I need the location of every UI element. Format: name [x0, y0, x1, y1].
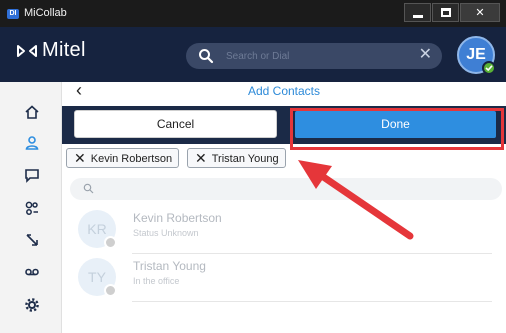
search-bar[interactable]: ✕	[186, 43, 442, 69]
minimize-icon	[413, 15, 423, 18]
window-title: MiCollab	[24, 7, 67, 19]
divider	[132, 301, 492, 302]
sidebar-item-settings[interactable]	[22, 295, 42, 315]
presence-unknown-icon	[104, 236, 117, 249]
selected-contact-chip[interactable]: ✕ Tristan Young	[187, 148, 286, 168]
maximize-icon	[441, 8, 451, 17]
remove-chip-icon[interactable]: ✕	[74, 150, 86, 166]
gear-icon	[25, 298, 39, 312]
presence-unknown-icon	[104, 284, 117, 297]
contact-filter-input[interactable]	[100, 180, 480, 198]
sidebar-item-calls[interactable]	[22, 230, 42, 250]
contact-status: Status Unknown	[133, 228, 199, 238]
done-highlight-box	[290, 108, 504, 150]
sidebar-item-voicemail[interactable]	[22, 262, 42, 282]
brand-name: Mitel	[42, 39, 86, 61]
app-header: Mitel ✕ JE	[0, 27, 506, 82]
search-input[interactable]	[226, 47, 396, 65]
selected-contacts: ✕ Kevin Robertson ✕ Tristan Young	[62, 148, 506, 170]
list-item[interactable]: KR Kevin Robertson Status Unknown	[78, 206, 492, 250]
contact-filter[interactable]	[70, 178, 502, 200]
sidebar-item-chat[interactable]	[22, 165, 42, 185]
list-item[interactable]: TY Tristan Young In the office	[78, 254, 492, 298]
page-title: Add Contacts	[247, 84, 321, 98]
close-window-button[interactable]: ✕	[460, 3, 500, 22]
cancel-button[interactable]: Cancel	[74, 110, 277, 138]
chip-label: Kevin Robertson	[90, 153, 173, 165]
contacts-icon	[25, 136, 39, 150]
contact-name: Tristan Young	[133, 259, 206, 273]
window-controls: ✕	[403, 3, 500, 22]
sidebar	[0, 82, 62, 333]
maximize-button[interactable]	[432, 3, 459, 22]
home-icon	[25, 105, 39, 119]
add-contacts-panel: ‹ Add Contacts Cancel Done ✕ Kevin Robert…	[62, 81, 506, 333]
search-icon	[83, 183, 94, 194]
app-logo-icon: DI	[7, 9, 19, 19]
contact-name: Kevin Robertson	[133, 211, 222, 225]
search-icon	[199, 49, 214, 64]
voicemail-icon	[25, 268, 39, 276]
call-history-icon	[26, 234, 38, 246]
mitel-logo-icon	[17, 45, 37, 57]
window-title-bar: DI MiCollab ✕	[0, 0, 506, 27]
clear-search-icon[interactable]: ✕	[419, 46, 432, 64]
minimize-button[interactable]	[404, 3, 431, 22]
presence-available-icon	[482, 61, 496, 75]
contact-status: In the office	[133, 276, 180, 286]
page-header: ‹ Add Contacts	[62, 81, 506, 100]
sidebar-item-groups[interactable]	[22, 198, 42, 218]
groups-icon	[25, 201, 38, 215]
remove-chip-icon[interactable]: ✕	[195, 150, 207, 166]
selected-contact-chip[interactable]: ✕ Kevin Robertson	[66, 148, 180, 168]
sidebar-item-contacts[interactable]	[22, 133, 42, 153]
close-icon: ✕	[475, 7, 485, 19]
chat-icon	[25, 169, 39, 183]
chip-label: Tristan Young	[211, 153, 279, 165]
sidebar-item-home[interactable]	[22, 102, 42, 122]
